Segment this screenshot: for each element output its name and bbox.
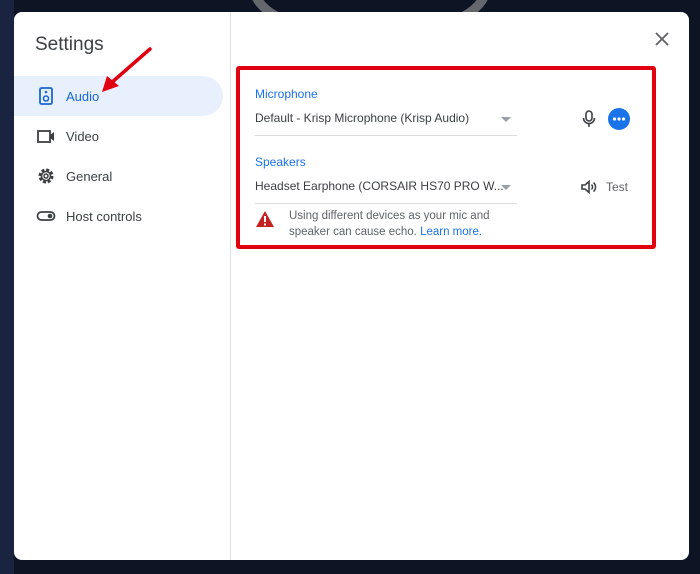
microphone-value: Default - Krisp Microphone (Krisp Audio) — [255, 111, 470, 125]
test-label: Test — [606, 180, 629, 194]
sidebar-item-label: Host controls — [66, 208, 142, 224]
sidebar-item-label: Video — [66, 128, 100, 144]
volume-icon — [581, 179, 597, 195]
test-speakers-button[interactable]: Test — [580, 178, 628, 196]
settings-dialog: Settings Audio Video General Host contro… — [14, 12, 689, 560]
microphone-select[interactable]: Default - Krisp Microphone (Krisp Audio) — [255, 106, 517, 136]
close-icon[interactable] — [653, 30, 671, 48]
learn-more-link[interactable]: Learn more. — [420, 226, 482, 238]
speakers-label: Speakers — [255, 155, 306, 169]
sidebar-item-host-controls[interactable]: Host controls — [14, 196, 223, 236]
chevron-down-icon — [501, 117, 511, 127]
video-icon — [37, 130, 54, 143]
audio-settings-panel: Microphone Default - Krisp Microphone (K… — [236, 66, 656, 249]
microphone-icon[interactable] — [581, 109, 597, 129]
speaker-icon — [39, 87, 53, 105]
dialog-title: Settings — [35, 34, 104, 55]
chevron-down-icon — [501, 185, 511, 195]
gear-icon — [38, 168, 54, 184]
speakers-select[interactable]: Headset Earphone (CORSAIR HS70 PRO W... — [255, 174, 517, 204]
more-options-icon[interactable] — [608, 108, 630, 130]
echo-warning: Using different devices as your mic and … — [255, 208, 509, 240]
sidebar-item-video[interactable]: Video — [14, 116, 223, 156]
sidebar-item-label: General — [66, 168, 113, 184]
sidebar-item-label: Audio — [66, 88, 100, 104]
annotation-arrow-icon — [102, 47, 152, 92]
toggle-icon — [36, 211, 56, 221]
background — [0, 0, 14, 574]
warning-icon — [256, 211, 274, 227]
speakers-value: Headset Earphone (CORSAIR HS70 PRO W... — [255, 179, 504, 193]
sidebar-item-general[interactable]: General — [14, 156, 223, 196]
microphone-label: Microphone — [255, 87, 318, 101]
